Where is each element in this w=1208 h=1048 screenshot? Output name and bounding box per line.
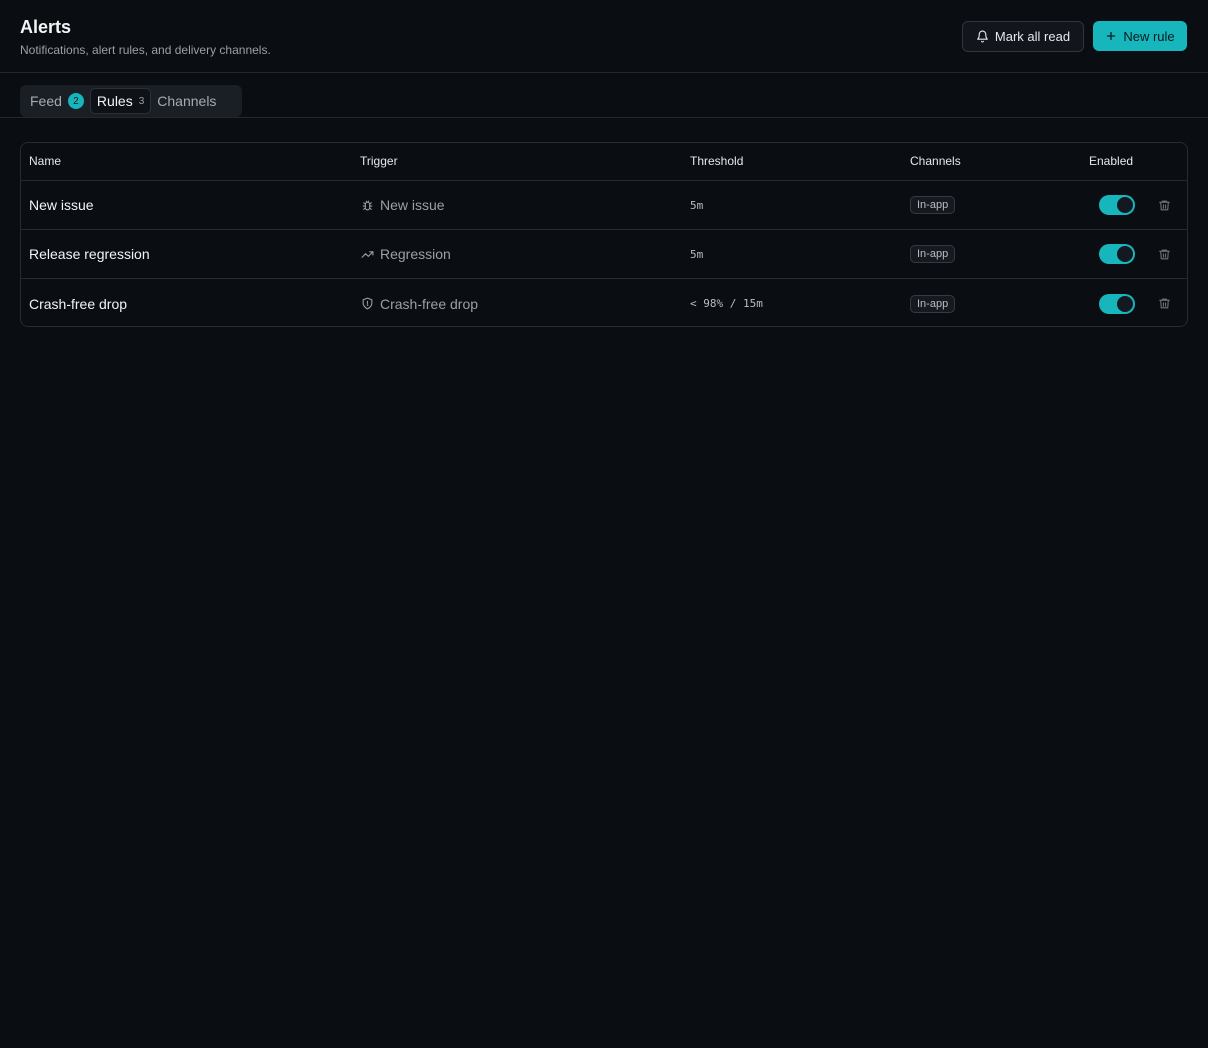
rule-trigger: New issue	[361, 181, 445, 229]
bell-icon	[976, 30, 989, 43]
feed-unread-badge: 2	[67, 93, 84, 109]
rule-name: New issue	[29, 197, 94, 213]
rules-count: 3	[138, 95, 145, 107]
delete-rule-button[interactable]	[1158, 279, 1171, 326]
mark-all-read-button[interactable]: Mark all read	[962, 21, 1084, 52]
toggle-knob	[1117, 197, 1133, 213]
trash-icon	[1158, 297, 1171, 310]
new-rule-button[interactable]: New rule	[1093, 21, 1187, 51]
rule-channel: In-app	[910, 181, 956, 229]
tab-bar: Feed 2 Rules 3 Channels	[0, 73, 1208, 118]
page-header: Alerts Notifications, alert rules, and d…	[0, 0, 1208, 73]
tab-channels-label: Channels	[157, 93, 217, 109]
enabled-toggle[interactable]	[1099, 293, 1135, 314]
page-subtitle: Notifications, alert rules, and delivery…	[20, 43, 271, 57]
channel-badge: In-app	[910, 294, 956, 313]
rule-trigger-label: Regression	[380, 246, 451, 262]
tab-feed-label: Feed	[30, 93, 62, 109]
rule-name: Crash-free drop	[29, 295, 128, 312]
rule-trigger-label: New issue	[380, 197, 445, 213]
rule-threshold: 5m	[690, 247, 704, 261]
rule-trigger-label: Crash-free drop	[380, 295, 479, 312]
shield-icon	[361, 297, 374, 310]
delete-rule-button[interactable]	[1158, 181, 1171, 229]
delete-rule-button[interactable]	[1158, 230, 1171, 278]
tab-rules-label: Rules	[96, 93, 133, 109]
toggle-knob	[1117, 246, 1133, 262]
rule-threshold: 5m	[690, 198, 704, 212]
enabled-toggle-cell	[1099, 230, 1135, 278]
table-row[interactable]: Crash-free drop Crash-free drop < 98% / …	[21, 279, 1187, 326]
toggle-knob	[1117, 295, 1133, 312]
mark-all-read-label: Mark all read	[994, 29, 1071, 44]
enabled-toggle[interactable]	[1099, 195, 1135, 215]
table-row[interactable]: New issue New issue 5m In-app	[21, 181, 1187, 230]
column-header-trigger: Trigger	[360, 154, 398, 168]
rule-threshold: < 98% / 15m	[690, 297, 763, 310]
plus-icon	[1105, 30, 1117, 42]
column-header-threshold: Threshold	[690, 154, 744, 168]
rules-table: Name Trigger Threshold Channels Enabled …	[20, 142, 1188, 327]
trash-icon	[1158, 248, 1171, 261]
column-header-enabled: Enabled	[1089, 154, 1134, 168]
column-header-name: Name	[29, 154, 62, 168]
table-header: Name Trigger Threshold Channels Enabled	[21, 143, 1187, 181]
enabled-toggle-cell	[1099, 181, 1135, 229]
rule-channel: In-app	[910, 279, 956, 326]
page-title: Alerts	[20, 17, 72, 37]
tab-rules[interactable]: Rules 3	[89, 88, 152, 114]
channel-badge: In-app	[910, 245, 956, 263]
table-row[interactable]: Release regression Regression 5m In-app	[21, 230, 1187, 279]
trending-up-icon	[361, 248, 374, 261]
rule-trigger: Crash-free drop	[361, 279, 479, 326]
new-rule-label: New rule	[1123, 28, 1175, 44]
bug-icon	[361, 199, 374, 212]
trash-icon	[1158, 199, 1171, 212]
tab-feed[interactable]: Feed 2	[24, 88, 90, 114]
rule-name: Release regression	[29, 246, 150, 262]
tab-channels[interactable]: Channels	[151, 88, 222, 114]
enabled-toggle[interactable]	[1099, 244, 1135, 264]
enabled-toggle-cell	[1099, 279, 1135, 326]
rule-channel: In-app	[910, 230, 956, 278]
channel-badge: In-app	[910, 196, 956, 214]
rule-trigger: Regression	[361, 230, 451, 278]
tab-list: Feed 2 Rules 3 Channels	[20, 85, 242, 117]
column-header-channels: Channels	[910, 154, 961, 168]
